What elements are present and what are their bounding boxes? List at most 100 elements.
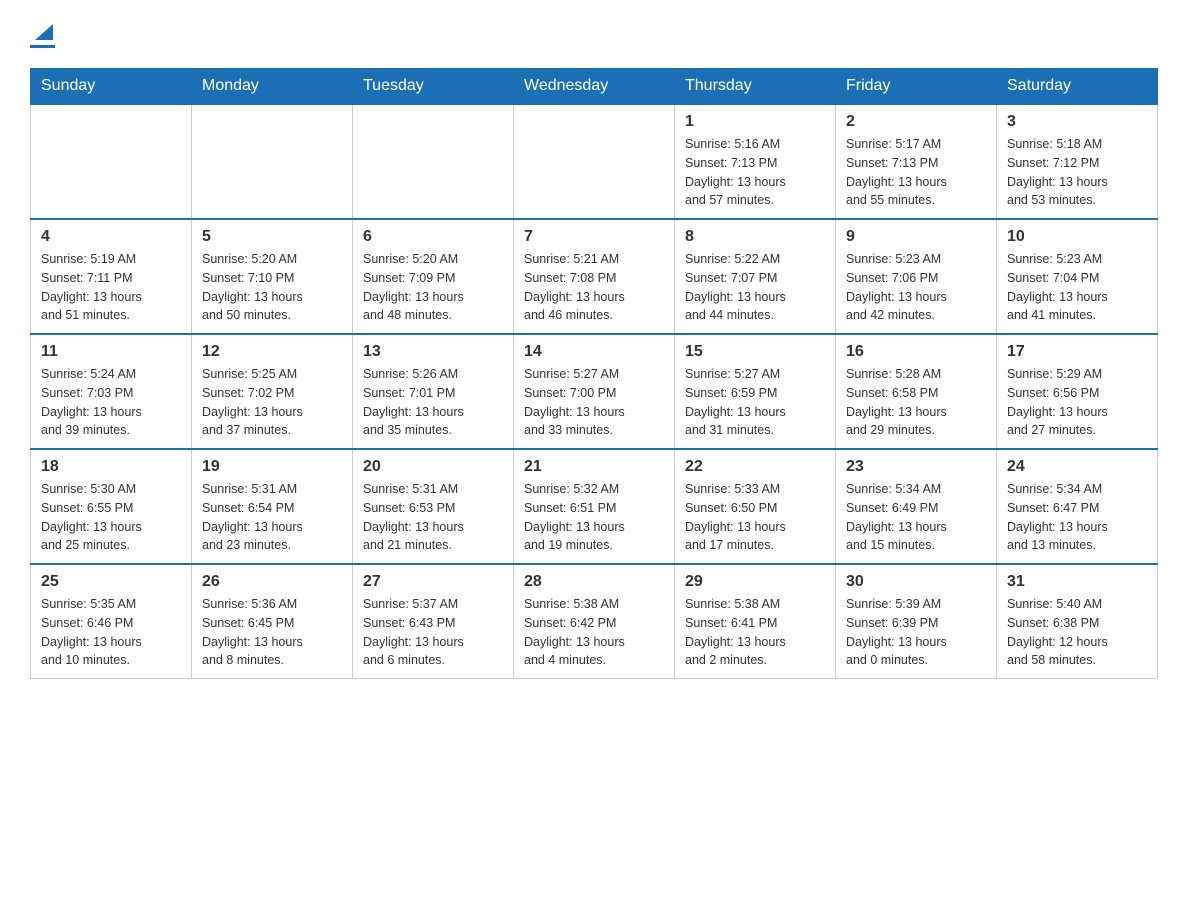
day-info: Sunrise: 5:34 AM Sunset: 6:47 PM Dayligh… xyxy=(1007,480,1147,555)
day-info: Sunrise: 5:38 AM Sunset: 6:41 PM Dayligh… xyxy=(685,595,825,670)
day-number: 23 xyxy=(846,458,986,476)
day-cell-27: 27 Sunrise: 5:37 AM Sunset: 6:43 PM Dayli… xyxy=(353,564,514,679)
day-info: Sunrise: 5:17 AM Sunset: 7:13 PM Dayligh… xyxy=(846,135,986,210)
page-header xyxy=(30,20,1158,48)
day-cell-11: 11 Sunrise: 5:24 AM Sunset: 7:03 PM Dayli… xyxy=(31,334,192,449)
day-number: 13 xyxy=(363,343,503,361)
day-number: 22 xyxy=(685,458,825,476)
day-number: 30 xyxy=(846,573,986,591)
day-info: Sunrise: 5:32 AM Sunset: 6:51 PM Dayligh… xyxy=(524,480,664,555)
day-info: Sunrise: 5:23 AM Sunset: 7:04 PM Dayligh… xyxy=(1007,250,1147,325)
day-number: 10 xyxy=(1007,228,1147,246)
day-number: 31 xyxy=(1007,573,1147,591)
column-header-tuesday: Tuesday xyxy=(353,69,514,105)
day-cell-17: 17 Sunrise: 5:29 AM Sunset: 6:56 PM Dayli… xyxy=(997,334,1158,449)
logo-underline xyxy=(30,45,55,48)
day-info: Sunrise: 5:20 AM Sunset: 7:10 PM Dayligh… xyxy=(202,250,342,325)
day-info: Sunrise: 5:23 AM Sunset: 7:06 PM Dayligh… xyxy=(846,250,986,325)
day-info: Sunrise: 5:26 AM Sunset: 7:01 PM Dayligh… xyxy=(363,365,503,440)
day-info: Sunrise: 5:33 AM Sunset: 6:50 PM Dayligh… xyxy=(685,480,825,555)
day-info: Sunrise: 5:27 AM Sunset: 7:00 PM Dayligh… xyxy=(524,365,664,440)
day-cell-2: 2Sunrise: 5:17 AM Sunset: 7:13 PM Daylig… xyxy=(836,104,997,219)
day-info: Sunrise: 5:19 AM Sunset: 7:11 PM Dayligh… xyxy=(41,250,181,325)
day-number: 12 xyxy=(202,343,342,361)
day-number: 17 xyxy=(1007,343,1147,361)
day-cell-24: 24 Sunrise: 5:34 AM Sunset: 6:47 PM Dayli… xyxy=(997,449,1158,564)
day-info: Sunrise: 5:29 AM Sunset: 6:56 PM Dayligh… xyxy=(1007,365,1147,440)
day-cell-6: 6 Sunrise: 5:20 AM Sunset: 7:09 PM Daylig… xyxy=(353,219,514,334)
week-row-5: 25Sunrise: 5:35 AM Sunset: 6:46 PM Dayli… xyxy=(31,564,1158,679)
day-info: Sunrise: 5:39 AM Sunset: 6:39 PM Dayligh… xyxy=(846,595,986,670)
empty-cell xyxy=(31,104,192,219)
day-info: Sunrise: 5:16 AM Sunset: 7:13 PM Dayligh… xyxy=(685,135,825,210)
day-number: 21 xyxy=(524,458,664,476)
day-cell-7: 7Sunrise: 5:21 AM Sunset: 7:08 PM Daylig… xyxy=(514,219,675,334)
day-number: 9 xyxy=(846,228,986,246)
day-info: Sunrise: 5:38 AM Sunset: 6:42 PM Dayligh… xyxy=(524,595,664,670)
day-cell-15: 15Sunrise: 5:27 AM Sunset: 6:59 PM Dayli… xyxy=(675,334,836,449)
day-cell-9: 9 Sunrise: 5:23 AM Sunset: 7:06 PM Daylig… xyxy=(836,219,997,334)
day-info: Sunrise: 5:40 AM Sunset: 6:38 PM Dayligh… xyxy=(1007,595,1147,670)
day-cell-25: 25Sunrise: 5:35 AM Sunset: 6:46 PM Dayli… xyxy=(31,564,192,679)
day-info: Sunrise: 5:25 AM Sunset: 7:02 PM Dayligh… xyxy=(202,365,342,440)
day-info: Sunrise: 5:36 AM Sunset: 6:45 PM Dayligh… xyxy=(202,595,342,670)
column-header-monday: Monday xyxy=(192,69,353,105)
empty-cell xyxy=(353,104,514,219)
empty-cell xyxy=(192,104,353,219)
day-cell-23: 23 Sunrise: 5:34 AM Sunset: 6:49 PM Dayli… xyxy=(836,449,997,564)
day-cell-8: 8 Sunrise: 5:22 AM Sunset: 7:07 PM Daylig… xyxy=(675,219,836,334)
day-number: 25 xyxy=(41,573,181,591)
day-number: 27 xyxy=(363,573,503,591)
week-row-4: 18 Sunrise: 5:30 AM Sunset: 6:55 PM Dayli… xyxy=(31,449,1158,564)
day-number: 6 xyxy=(363,228,503,246)
day-number: 15 xyxy=(685,343,825,361)
day-cell-20: 20Sunrise: 5:31 AM Sunset: 6:53 PM Dayli… xyxy=(353,449,514,564)
empty-cell xyxy=(514,104,675,219)
day-number: 3 xyxy=(1007,113,1147,131)
calendar-header-row: SundayMondayTuesdayWednesdayThursdayFrid… xyxy=(31,69,1158,105)
day-cell-1: 1 Sunrise: 5:16 AM Sunset: 7:13 PM Daylig… xyxy=(675,104,836,219)
day-info: Sunrise: 5:24 AM Sunset: 7:03 PM Dayligh… xyxy=(41,365,181,440)
day-info: Sunrise: 5:34 AM Sunset: 6:49 PM Dayligh… xyxy=(846,480,986,555)
day-number: 14 xyxy=(524,343,664,361)
day-cell-22: 22 Sunrise: 5:33 AM Sunset: 6:50 PM Dayli… xyxy=(675,449,836,564)
day-cell-18: 18 Sunrise: 5:30 AM Sunset: 6:55 PM Dayli… xyxy=(31,449,192,564)
day-info: Sunrise: 5:30 AM Sunset: 6:55 PM Dayligh… xyxy=(41,480,181,555)
day-cell-13: 13 Sunrise: 5:26 AM Sunset: 7:01 PM Dayli… xyxy=(353,334,514,449)
day-info: Sunrise: 5:31 AM Sunset: 6:54 PM Dayligh… xyxy=(202,480,342,555)
day-cell-10: 10 Sunrise: 5:23 AM Sunset: 7:04 PM Dayli… xyxy=(997,219,1158,334)
day-cell-21: 21 Sunrise: 5:32 AM Sunset: 6:51 PM Dayli… xyxy=(514,449,675,564)
day-info: Sunrise: 5:37 AM Sunset: 6:43 PM Dayligh… xyxy=(363,595,503,670)
day-number: 11 xyxy=(41,343,181,361)
day-info: Sunrise: 5:21 AM Sunset: 7:08 PM Dayligh… xyxy=(524,250,664,325)
day-cell-29: 29 Sunrise: 5:38 AM Sunset: 6:41 PM Dayli… xyxy=(675,564,836,679)
day-cell-30: 30 Sunrise: 5:39 AM Sunset: 6:39 PM Dayli… xyxy=(836,564,997,679)
day-number: 18 xyxy=(41,458,181,476)
day-number: 29 xyxy=(685,573,825,591)
day-cell-4: 4 Sunrise: 5:19 AM Sunset: 7:11 PM Daylig… xyxy=(31,219,192,334)
day-cell-26: 26Sunrise: 5:36 AM Sunset: 6:45 PM Dayli… xyxy=(192,564,353,679)
day-number: 5 xyxy=(202,228,342,246)
logo xyxy=(30,20,55,48)
calendar-table: SundayMondayTuesdayWednesdayThursdayFrid… xyxy=(30,68,1158,679)
day-number: 16 xyxy=(846,343,986,361)
day-number: 24 xyxy=(1007,458,1147,476)
column-header-saturday: Saturday xyxy=(997,69,1158,105)
column-header-wednesday: Wednesday xyxy=(514,69,675,105)
week-row-3: 11 Sunrise: 5:24 AM Sunset: 7:03 PM Dayli… xyxy=(31,334,1158,449)
day-info: Sunrise: 5:20 AM Sunset: 7:09 PM Dayligh… xyxy=(363,250,503,325)
day-cell-12: 12 Sunrise: 5:25 AM Sunset: 7:02 PM Dayli… xyxy=(192,334,353,449)
day-info: Sunrise: 5:22 AM Sunset: 7:07 PM Dayligh… xyxy=(685,250,825,325)
day-cell-19: 19Sunrise: 5:31 AM Sunset: 6:54 PM Dayli… xyxy=(192,449,353,564)
day-number: 4 xyxy=(41,228,181,246)
day-info: Sunrise: 5:18 AM Sunset: 7:12 PM Dayligh… xyxy=(1007,135,1147,210)
day-cell-14: 14 Sunrise: 5:27 AM Sunset: 7:00 PM Dayli… xyxy=(514,334,675,449)
logo-triangle-icon xyxy=(33,20,55,42)
day-cell-31: 31 Sunrise: 5:40 AM Sunset: 6:38 PM Dayli… xyxy=(997,564,1158,679)
week-row-1: 1 Sunrise: 5:16 AM Sunset: 7:13 PM Daylig… xyxy=(31,104,1158,219)
column-header-thursday: Thursday xyxy=(675,69,836,105)
day-number: 1 xyxy=(685,113,825,131)
day-number: 8 xyxy=(685,228,825,246)
day-cell-5: 5 Sunrise: 5:20 AM Sunset: 7:10 PM Daylig… xyxy=(192,219,353,334)
column-header-friday: Friday xyxy=(836,69,997,105)
